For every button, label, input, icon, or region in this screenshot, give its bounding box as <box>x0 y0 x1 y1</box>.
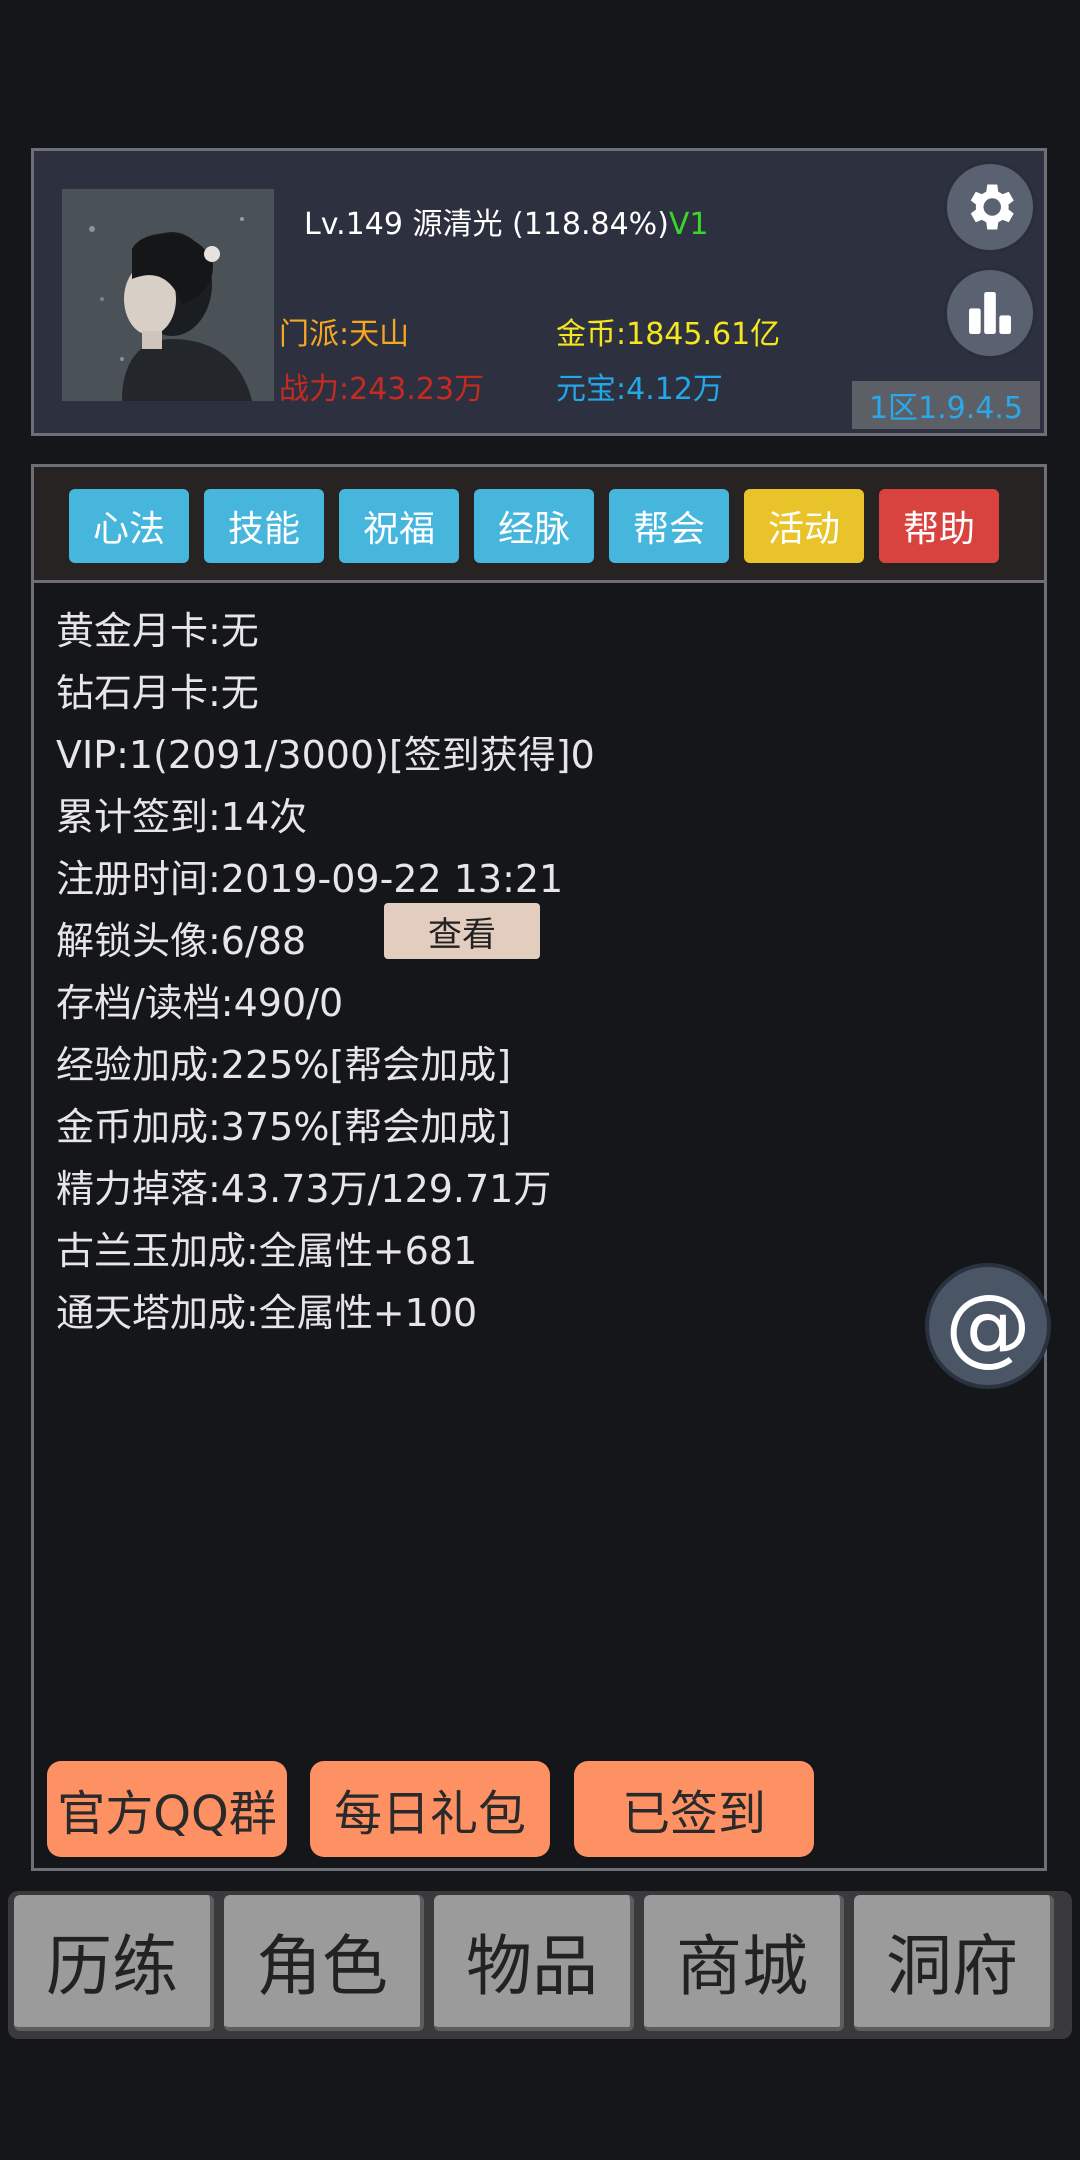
nav-items[interactable]: 物品 <box>434 1895 634 2031</box>
power-label: 战力:243.23万 <box>279 372 485 407</box>
gold-monthly-card: 黄金月卡:无 <box>56 609 259 653</box>
at-icon[interactable]: @ <box>925 1263 1051 1389</box>
settings-button[interactable] <box>944 161 1036 253</box>
bottom-nav: 历练 角色 物品 商城 洞府 <box>8 1891 1072 2039</box>
nav-cave[interactable]: 洞府 <box>854 1895 1054 2031</box>
tab-meridians[interactable]: 经脉 <box>474 489 594 563</box>
unlocked-avatars: 解锁头像:6/88 <box>56 919 307 963</box>
gear-icon <box>970 184 1014 230</box>
profile-panel: Lv.149 源清光 (118.84%)V1 门派:天山 战力:243.23万 … <box>31 148 1047 436</box>
official-qq-group-button[interactable]: 官方QQ群 <box>47 1761 287 1857</box>
ingot-label: 元宝:4.12万 <box>556 372 723 407</box>
diamond-monthly-card: 钻石月卡:无 <box>56 671 259 715</box>
nav-training[interactable]: 历练 <box>14 1895 214 2031</box>
tab-skills[interactable]: 技能 <box>204 489 324 563</box>
avatar[interactable] <box>62 189 274 401</box>
gulan-jade-bonus: 古兰玉加成:全属性+681 <box>56 1229 478 1273</box>
name-text: Lv.149 源清光 (118.84%) <box>304 207 669 242</box>
nav-character[interactable]: 角色 <box>224 1895 424 2031</box>
view-avatars-button[interactable]: 查看 <box>384 903 540 959</box>
total-checkins: 累计签到:14次 <box>56 795 308 839</box>
exp-bonus: 经验加成:225%[帮会加成] <box>56 1043 512 1087</box>
tab-events[interactable]: 活动 <box>744 489 864 563</box>
bar-chart-icon <box>969 292 1011 334</box>
stats-button[interactable] <box>944 267 1036 359</box>
tab-blessing[interactable]: 祝福 <box>339 489 459 563</box>
server-version-badge: 1区1.9.4.5 <box>852 381 1040 429</box>
player-name-level: Lv.149 源清光 (118.84%)V1 <box>304 199 709 243</box>
tower-bonus: 通天塔加成:全属性+100 <box>56 1291 478 1335</box>
avatar-portrait <box>62 189 274 401</box>
tab-bar: 心法 技能 祝福 经脉 帮会 活动 帮助 <box>34 467 1044 583</box>
tab-guild[interactable]: 帮会 <box>609 489 729 563</box>
vip-progress: VIP:1(2091/3000)[签到获得]0 <box>56 733 595 777</box>
nav-shop[interactable]: 商城 <box>644 1895 844 2031</box>
vip-tag: V1 <box>668 207 709 242</box>
checked-in-button[interactable]: 已签到 <box>574 1761 814 1857</box>
save-load-count: 存档/读档:490/0 <box>56 981 344 1025</box>
daily-gift-button[interactable]: 每日礼包 <box>310 1761 550 1857</box>
gold-label: 金币:1845.61亿 <box>556 317 781 352</box>
tab-help[interactable]: 帮助 <box>879 489 999 563</box>
register-time: 注册时间:2019-09-22 13:21 <box>56 857 564 901</box>
main-panel: 心法 技能 祝福 经脉 帮会 活动 帮助 黄金月卡:无 钻石月卡:无 VIP:1… <box>31 464 1047 1871</box>
energy-drop: 精力掉落:43.73万/129.71万 <box>56 1167 552 1211</box>
tab-mind-method[interactable]: 心法 <box>69 489 189 563</box>
gold-bonus: 金币加成:375%[帮会加成] <box>56 1105 512 1149</box>
sect-label: 门派:天山 <box>279 317 410 352</box>
